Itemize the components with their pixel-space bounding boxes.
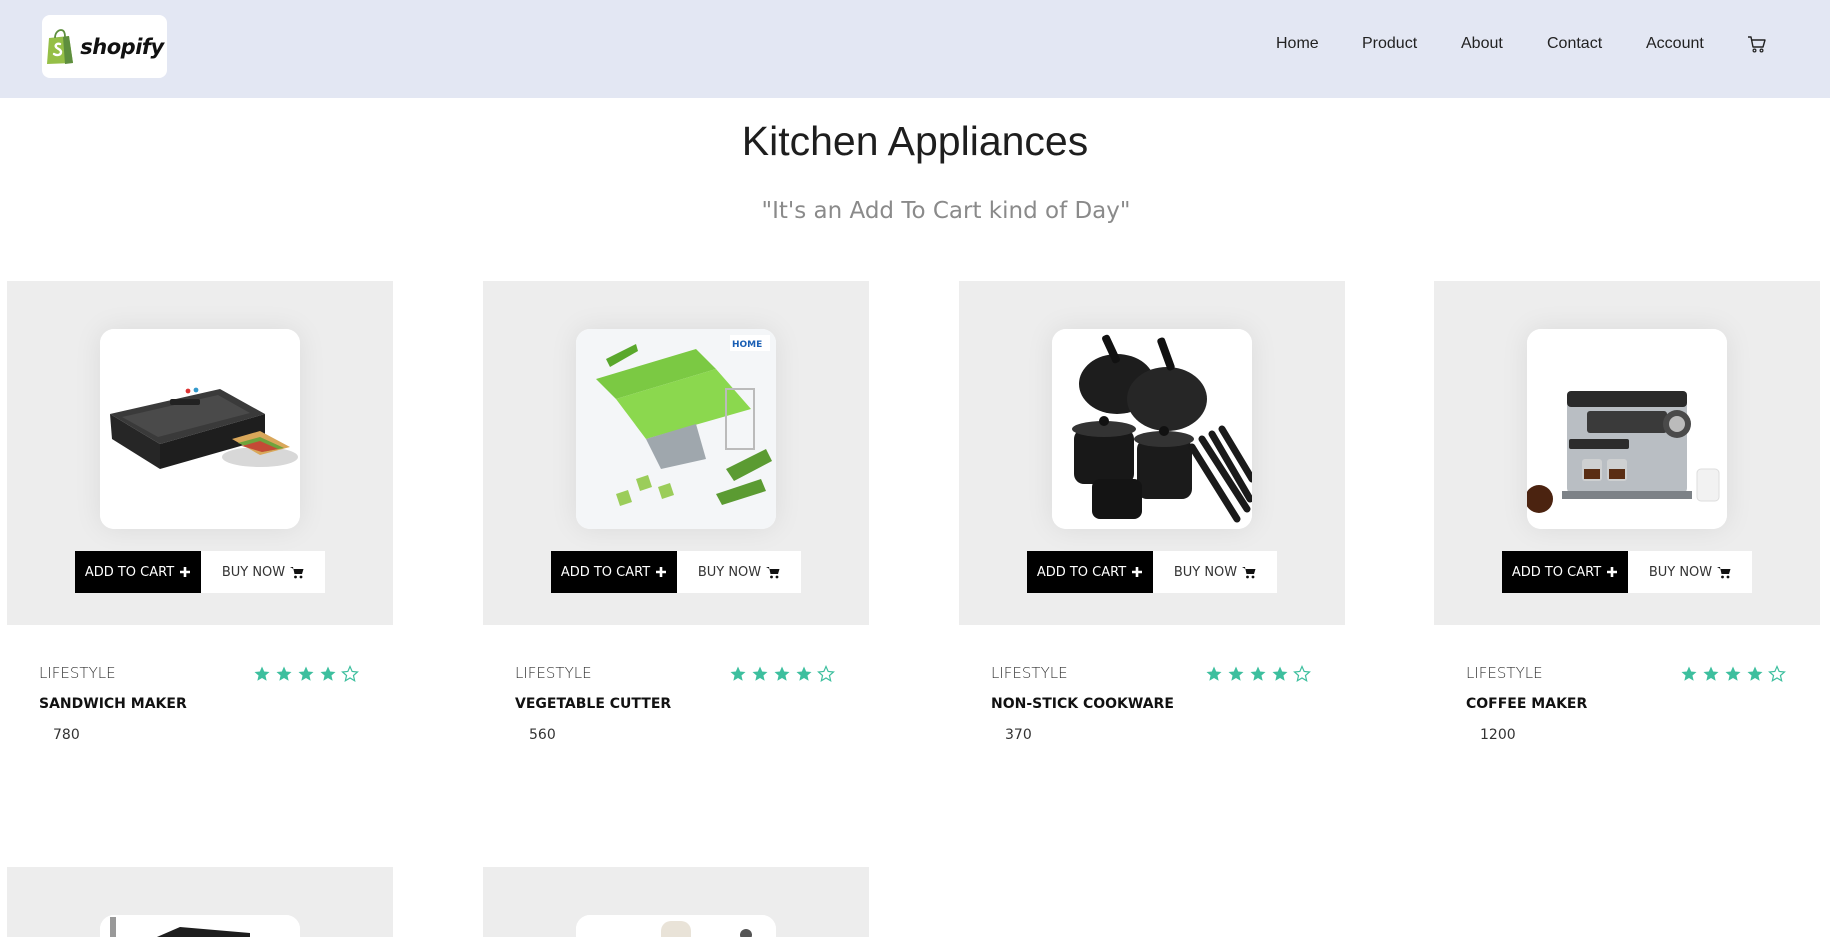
star-filled-icon bbox=[1272, 666, 1288, 681]
star-filled-icon bbox=[1703, 666, 1719, 681]
star-filled-icon bbox=[276, 666, 292, 681]
product-price: 1200 bbox=[1480, 727, 1516, 743]
rating-stars bbox=[1205, 665, 1311, 683]
add-to-cart-button[interactable]: ADD TO CART bbox=[551, 551, 677, 593]
product-card-partial bbox=[7, 867, 393, 937]
product-card-image-area: HOME ADD TO CART BUY NOW bbox=[483, 281, 869, 625]
star-filled-icon bbox=[1228, 666, 1244, 681]
buy-now-button[interactable]: BUY NOW bbox=[201, 551, 325, 593]
cart-icon bbox=[290, 566, 304, 578]
product-card-image-area: ADD TO CART BUY NOW bbox=[959, 281, 1345, 625]
product-name[interactable]: VEGETABLE CUTTER bbox=[515, 696, 671, 712]
shopify-logo[interactable]: shopify bbox=[42, 15, 167, 78]
plus-icon bbox=[1132, 567, 1143, 577]
product-price: 560 bbox=[529, 727, 556, 743]
plus-icon bbox=[180, 567, 191, 577]
product-category: LIFESTYLE bbox=[39, 664, 116, 682]
cart-icon bbox=[1242, 566, 1256, 578]
add-to-cart-label: ADD TO CART bbox=[1511, 564, 1602, 580]
logo-text: shopify bbox=[80, 34, 164, 59]
product-name[interactable]: COFFEE MAKER bbox=[1466, 696, 1587, 712]
shopify-bag-icon bbox=[47, 28, 74, 64]
product-image-partial[interactable] bbox=[100, 915, 300, 937]
buy-now-label: BUY NOW bbox=[697, 564, 762, 580]
buy-now-label: BUY NOW bbox=[1173, 564, 1238, 580]
star-filled-icon bbox=[320, 666, 336, 681]
cart-icon bbox=[766, 566, 780, 578]
buy-now-label: BUY NOW bbox=[221, 564, 286, 580]
add-to-cart-label: ADD TO CART bbox=[1036, 564, 1127, 580]
buy-now-button[interactable]: BUY NOW bbox=[1628, 551, 1752, 593]
add-to-cart-label: ADD TO CART bbox=[84, 564, 175, 580]
product-card-partial bbox=[483, 867, 869, 937]
nav-contact[interactable]: Contact bbox=[1547, 35, 1602, 53]
add-to-cart-button[interactable]: ADD TO CART bbox=[75, 551, 201, 593]
product-name[interactable]: SANDWICH MAKER bbox=[39, 696, 187, 712]
star-filled-icon bbox=[774, 666, 790, 681]
star-filled-icon bbox=[254, 666, 270, 681]
buy-now-button[interactable]: BUY NOW bbox=[1153, 551, 1277, 593]
star-filled-icon bbox=[1725, 666, 1741, 681]
star-filled-icon bbox=[1747, 666, 1763, 681]
product-name[interactable]: NON-STICK COOKWARE bbox=[991, 696, 1174, 712]
product-image-coffee-maker[interactable] bbox=[1527, 329, 1727, 529]
site-header: shopify Home Product About Contact Accou… bbox=[0, 0, 1830, 98]
plus-icon bbox=[656, 567, 667, 577]
star-filled-icon bbox=[752, 666, 768, 681]
product-image-partial[interactable] bbox=[576, 915, 776, 937]
nav-home[interactable]: Home bbox=[1276, 35, 1319, 53]
add-to-cart-button[interactable]: ADD TO CART bbox=[1027, 551, 1153, 593]
shopping-cart-icon[interactable] bbox=[1747, 35, 1767, 55]
star-filled-icon bbox=[730, 666, 746, 681]
product-card-image-area: ADD TO CART BUY NOW bbox=[7, 281, 393, 625]
add-to-cart-button[interactable]: ADD TO CART bbox=[1502, 551, 1628, 593]
star-filled-icon bbox=[1250, 666, 1266, 681]
nav-account[interactable]: Account bbox=[1646, 35, 1704, 53]
rating-stars bbox=[1680, 665, 1786, 683]
star-empty-icon bbox=[1293, 665, 1311, 682]
cart-icon bbox=[1717, 566, 1731, 578]
page-title: Kitchen Appliances bbox=[741, 118, 1089, 164]
product-image-non-stick-cookware[interactable] bbox=[1052, 329, 1252, 529]
plus-icon bbox=[1607, 567, 1618, 577]
star-filled-icon bbox=[1681, 666, 1697, 681]
product-category: LIFESTYLE bbox=[515, 664, 592, 682]
star-filled-icon bbox=[298, 666, 314, 681]
product-category: LIFESTYLE bbox=[991, 664, 1068, 682]
svg-text:HOME: HOME bbox=[732, 340, 762, 350]
product-category: LIFESTYLE bbox=[1466, 664, 1543, 682]
rating-stars bbox=[729, 665, 835, 683]
product-price: 370 bbox=[1005, 727, 1032, 743]
product-price: 780 bbox=[53, 727, 80, 743]
rating-stars bbox=[253, 665, 359, 683]
star-empty-icon bbox=[1768, 665, 1786, 682]
product-card-image-area: ADD TO CART BUY NOW bbox=[1434, 281, 1820, 625]
star-filled-icon bbox=[796, 666, 812, 681]
star-empty-icon bbox=[817, 665, 835, 682]
buy-now-label: BUY NOW bbox=[1648, 564, 1713, 580]
product-image-sandwich-maker[interactable] bbox=[100, 329, 300, 529]
star-empty-icon bbox=[341, 665, 359, 682]
star-filled-icon bbox=[1206, 666, 1222, 681]
nav-about[interactable]: About bbox=[1461, 35, 1503, 53]
buy-now-button[interactable]: BUY NOW bbox=[677, 551, 801, 593]
nav-product[interactable]: Product bbox=[1362, 35, 1417, 53]
product-image-vegetable-cutter[interactable]: HOME bbox=[576, 329, 776, 529]
page-tagline: "It's an Add To Cart kind of Day" bbox=[761, 198, 1131, 224]
add-to-cart-label: ADD TO CART bbox=[560, 564, 651, 580]
